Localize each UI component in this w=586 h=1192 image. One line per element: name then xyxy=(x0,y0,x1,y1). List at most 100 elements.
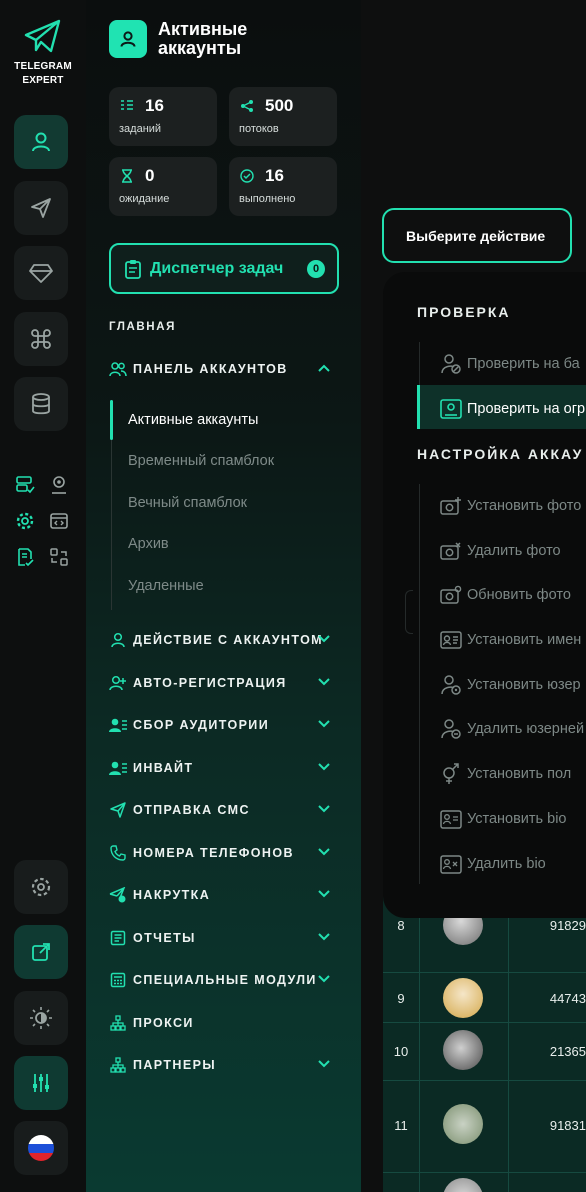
camera-plus-icon xyxy=(439,495,463,517)
hourglass-icon xyxy=(119,168,135,184)
nav-audience[interactable]: СБОР АУДИТОРИИ xyxy=(109,715,345,735)
rail-external-button[interactable] xyxy=(14,925,68,979)
report-icon xyxy=(109,929,127,947)
task-dispatcher-button[interactable]: Диспетчер задач 0 xyxy=(109,243,339,294)
stat-label: выполнено xyxy=(239,193,296,205)
server-check-icon[interactable] xyxy=(14,474,36,496)
nav-send-sms[interactable]: ОТПРАВКА СМС xyxy=(109,800,345,820)
camera-remove-icon xyxy=(439,540,463,562)
chevron-down-icon xyxy=(318,848,330,856)
menu-section-check: ПРОВЕРКА xyxy=(417,304,511,320)
table-divider xyxy=(383,1022,586,1023)
stat-threads: 500 потоков xyxy=(229,87,337,146)
nav-special-modules[interactable]: СПЕЦИАЛЬНЫЕ МОДУЛИ xyxy=(109,970,345,990)
nav-label: ДЕЙСТВИЕ С АККАУНТОМ xyxy=(133,633,323,647)
stat-tasks: 16 заданий xyxy=(109,87,217,146)
accounts-header-icon xyxy=(109,20,147,58)
submenu-active-marker xyxy=(110,400,113,440)
menu-delete-bio[interactable]: Удалить bio xyxy=(439,851,546,877)
avatar[interactable] xyxy=(443,1104,483,1144)
menu-set-bio[interactable]: Установить bio xyxy=(439,806,566,832)
user-pin-icon[interactable] xyxy=(48,474,70,496)
nav-label: НОМЕРА ТЕЛЕФОНОВ xyxy=(133,846,294,860)
avatar[interactable] xyxy=(443,1030,483,1070)
nav-label: ОТЧЕТЫ xyxy=(133,931,196,945)
brand-line1: TELEGRAM xyxy=(14,61,72,72)
menu-item-label: Установить имен xyxy=(467,632,582,648)
menu-delete-photo[interactable]: Удалить фото xyxy=(439,538,561,564)
rail-language-button[interactable] xyxy=(14,1121,68,1175)
submenu-deleted[interactable]: Удаленные xyxy=(128,578,204,594)
dispatcher-label: Диспетчер задач xyxy=(150,259,284,277)
nav-label: СБОР АУДИТОРИИ xyxy=(133,718,270,732)
table-divider xyxy=(419,890,420,1192)
rail-command-button[interactable] xyxy=(14,312,68,366)
clipboard-icon xyxy=(125,259,141,279)
code-window-icon[interactable] xyxy=(48,510,70,532)
icon-rail: TELEGRAM EXPERT xyxy=(0,0,86,1192)
nav-label: ПАРТНЕРЫ xyxy=(133,1058,216,1072)
submenu-perm-spamblock[interactable]: Вечный спамблок xyxy=(128,495,247,511)
submenu-archive[interactable]: Архив xyxy=(128,536,169,552)
external-link-icon xyxy=(32,943,50,961)
nav-account-actions[interactable]: ДЕЙСТВИЕ С АККАУНТОМ xyxy=(109,630,345,650)
main-content: Выберите действие 8 91829 9 44743 10 213… xyxy=(361,0,586,1192)
page-header: Активные аккаунты xyxy=(109,20,268,58)
stat-label: ожидание xyxy=(119,193,170,205)
nav-phone-numbers[interactable]: НОМЕРА ТЕЛЕФОНОВ xyxy=(109,843,345,863)
swap-icon[interactable] xyxy=(48,546,70,568)
submenu-temp-spamblock[interactable]: Временный спамблок xyxy=(128,453,274,469)
quick-tools xyxy=(14,474,70,582)
nav-label: ИНВАЙТ xyxy=(133,761,194,775)
share-icon xyxy=(239,98,255,114)
menu-check-ban[interactable]: Проверить на ба xyxy=(439,351,580,377)
menu-delete-username[interactable]: Удалить юзерней xyxy=(439,716,584,742)
nav-boost[interactable]: НАКРУТКА xyxy=(109,885,345,905)
chevron-down-icon xyxy=(318,635,330,643)
stat-value: 500 xyxy=(265,96,294,115)
send-icon xyxy=(109,801,127,819)
rail-sliders-button[interactable] xyxy=(14,1056,68,1110)
menu-update-photo[interactable]: Обновить фото xyxy=(439,582,571,608)
gender-icon xyxy=(439,763,463,785)
settings-icon xyxy=(31,877,51,897)
menu-set-photo[interactable]: Установить фото xyxy=(439,493,581,519)
menu-set-username[interactable]: Установить юзер xyxy=(439,672,581,698)
table-cell-id: 91831 xyxy=(549,1118,586,1133)
nav-auto-registration[interactable]: АВТО-РЕГИСТРАЦИЯ xyxy=(109,673,345,693)
menu-item-label: Установить фото xyxy=(467,498,582,514)
nav-accounts-panel[interactable]: ПАНЕЛЬ АККАУНТОВ xyxy=(109,359,345,379)
choose-action-button[interactable]: Выберите действие xyxy=(382,208,572,263)
brand-logo[interactable]: TELEGRAM EXPERT xyxy=(0,18,86,88)
menu-set-gender[interactable]: Установить пол xyxy=(439,761,571,787)
menu-check-restrictions[interactable]: Проверить на огр xyxy=(439,396,585,422)
nav-partners[interactable]: ПАРТНЕРЫ xyxy=(109,1055,345,1075)
rail-premium-button[interactable] xyxy=(14,246,68,300)
stat-label: заданий xyxy=(119,123,162,135)
sidebar: Активные аккаунты 16 заданий 500 потоков… xyxy=(86,0,361,1192)
table-cell-id: 91829 xyxy=(549,918,586,933)
chevron-down-icon xyxy=(318,975,330,983)
avatar[interactable] xyxy=(443,978,483,1018)
rail-database-button[interactable] xyxy=(14,377,68,431)
chevron-down-icon xyxy=(318,1060,330,1068)
rail-theme-button[interactable] xyxy=(14,991,68,1045)
network-icon xyxy=(109,1014,127,1032)
nav-reports[interactable]: ОТЧЕТЫ xyxy=(109,928,345,948)
gear-icon[interactable] xyxy=(14,510,36,532)
nav-label: ОТПРАВКА СМС xyxy=(133,803,250,817)
input-edge xyxy=(405,590,413,634)
menu-set-name[interactable]: Установить имен xyxy=(439,627,581,653)
nav-label: СПЕЦИАЛЬНЫЕ МОДУЛИ xyxy=(133,973,317,987)
rail-accounts-button[interactable] xyxy=(14,115,68,169)
diamond-icon xyxy=(29,264,53,283)
menu-item-label: Удалить bio xyxy=(467,856,546,872)
camera-refresh-icon xyxy=(439,584,463,606)
rail-settings-button[interactable] xyxy=(14,860,68,914)
nav-invite[interactable]: ИНВАЙТ xyxy=(109,758,345,778)
submenu-active-accounts[interactable]: Активные аккаунты xyxy=(128,412,258,428)
rail-send-button[interactable] xyxy=(14,181,68,235)
doc-check-icon[interactable] xyxy=(14,546,36,568)
action-dropdown: ПРОВЕРКА Проверить на ба Проверить на ог… xyxy=(383,272,586,918)
nav-proxy[interactable]: ПРОКСИ xyxy=(109,1013,345,1033)
